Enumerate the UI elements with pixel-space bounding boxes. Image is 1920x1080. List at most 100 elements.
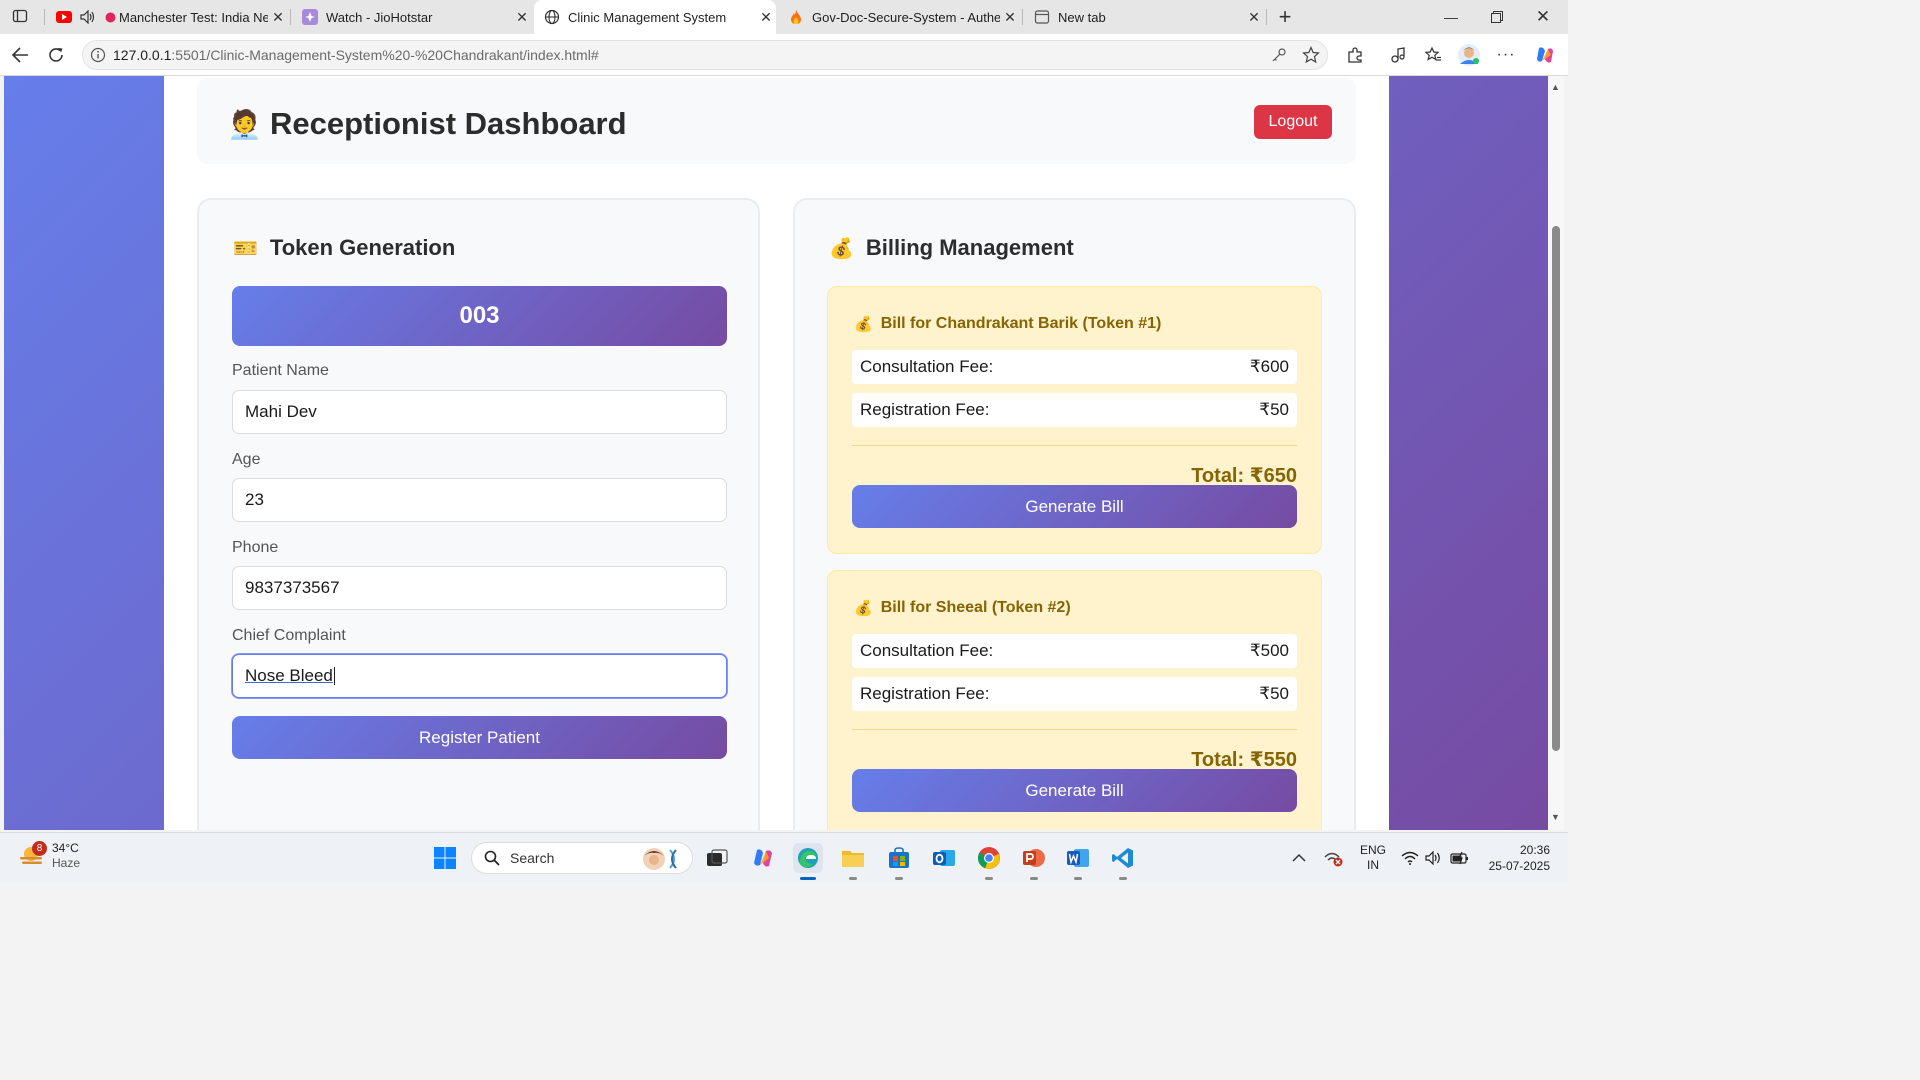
- chief-complaint-value: Nose Bleed: [245, 666, 333, 685]
- microsoft-store-icon[interactable]: [884, 843, 914, 880]
- register-patient-button[interactable]: Register Patient: [232, 716, 727, 759]
- reload-icon[interactable]: [42, 42, 70, 68]
- language-indicator[interactable]: ENG IN: [1360, 833, 1386, 883]
- file-explorer-icon[interactable]: [838, 843, 868, 880]
- clock-date: 25-07-2025: [1488, 859, 1550, 873]
- close-tab-icon[interactable]: ✕: [1000, 9, 1020, 26]
- money-bag-icon: 💰: [854, 316, 873, 333]
- task-view-icon[interactable]: [702, 843, 732, 873]
- bill-card: 💰 Bill for Sheeal (Token #2) Consultatio…: [827, 570, 1322, 830]
- copilot-icon[interactable]: [1531, 42, 1559, 68]
- back-icon[interactable]: [6, 42, 34, 68]
- close-tab-icon[interactable]: ✕: [756, 9, 776, 26]
- token-panel-title-text: Token Generation: [269, 235, 456, 260]
- browser-tab-strip: Manchester Test: India Ne ✕ Watch - JioH…: [0, 0, 1568, 34]
- generate-bill-button[interactable]: Generate Bill: [852, 769, 1297, 812]
- close-tab-icon[interactable]: ✕: [268, 9, 288, 26]
- flame-icon: [788, 9, 804, 25]
- bill-divider: [852, 729, 1297, 730]
- tab-title: Clinic Management System: [568, 9, 727, 25]
- bill-divider: [852, 445, 1297, 446]
- tab-jiohotstar[interactable]: Watch - JioHotstar ✕: [292, 0, 532, 34]
- age-label: Age: [232, 451, 261, 468]
- site-info-icon[interactable]: [83, 47, 113, 63]
- copilot-app-icon[interactable]: [748, 843, 778, 873]
- favorite-star-icon[interactable]: [1295, 46, 1327, 64]
- windows-start-icon[interactable]: [430, 843, 460, 873]
- favorites-icon[interactable]: [1419, 42, 1447, 68]
- weather-badge: 8: [32, 841, 47, 856]
- patient-name-value: Mahi Dev: [245, 402, 317, 421]
- tab-manchester[interactable]: Manchester Test: India Ne ✕: [46, 0, 288, 34]
- scrollbar-thumb[interactable]: [1552, 226, 1560, 751]
- key-icon[interactable]: [1263, 47, 1295, 63]
- clock[interactable]: 20:36 25-07-2025: [1484, 833, 1550, 883]
- volume-icon[interactable]: [1425, 833, 1443, 883]
- new-tab-button[interactable]: +: [1262, 0, 1308, 34]
- minimize-icon[interactable]: —: [1428, 0, 1474, 34]
- patient-name-input[interactable]: Mahi Dev: [232, 390, 727, 434]
- registration-fee-value: ₹50: [1259, 400, 1289, 419]
- wifi-icon[interactable]: [1401, 833, 1419, 883]
- chrome-icon[interactable]: [974, 843, 1004, 880]
- close-window-icon[interactable]: ✕: [1520, 0, 1566, 34]
- tab-gov-doc[interactable]: Gov-Doc-Secure-System - Auther ✕: [778, 0, 1020, 34]
- record-dot-icon: [104, 9, 116, 25]
- taskbar-search-input[interactable]: Search: [471, 842, 693, 874]
- ticket-icon: 🎫: [233, 237, 258, 260]
- scroll-down-icon[interactable]: ▼: [1551, 812, 1560, 822]
- close-tab-icon[interactable]: ✕: [1244, 9, 1264, 26]
- vscode-icon[interactable]: [1108, 843, 1138, 880]
- bill-title: 💰 Bill for Chandrakant Barik (Token #1): [854, 315, 1161, 333]
- show-hidden-icons-chevron-up-icon[interactable]: [1292, 833, 1306, 883]
- tab-actions-icon[interactable]: [6, 3, 34, 29]
- restore-icon[interactable]: [1474, 0, 1520, 34]
- profile-avatar[interactable]: [1455, 42, 1483, 68]
- scroll-up-icon[interactable]: ▲: [1551, 82, 1560, 92]
- tab-clinic-management[interactable]: Clinic Management System ✕: [534, 0, 776, 34]
- language-code: ENG: [1360, 843, 1387, 857]
- generate-bill-button[interactable]: Generate Bill: [852, 485, 1297, 528]
- registration-fee-value: ₹50: [1259, 684, 1289, 703]
- phone-label: Phone: [232, 539, 279, 556]
- tab-title: New tab: [1058, 9, 1106, 25]
- speaker-icon[interactable]: [80, 9, 96, 25]
- consultation-fee-value: ₹600: [1249, 357, 1289, 376]
- network-warning-icon[interactable]: [1324, 833, 1344, 883]
- word-icon[interactable]: [1063, 843, 1093, 880]
- media-control-icon[interactable]: [1384, 42, 1412, 68]
- age-input[interactable]: 23: [232, 478, 727, 522]
- close-tab-icon[interactable]: ✕: [512, 9, 532, 26]
- billing-panel-title-text: Billing Management: [865, 235, 1074, 260]
- region-code: IN: [1367, 858, 1379, 872]
- youtube-icon: [56, 9, 72, 25]
- consultation-fee-value: ₹500: [1249, 641, 1289, 660]
- address-bar[interactable]: 127.0.0.1:5501/Clinic-Management-System%…: [82, 40, 1328, 70]
- age-value: 23: [245, 490, 264, 509]
- jiohotstar-icon: [302, 9, 318, 25]
- globe-icon: [544, 9, 560, 25]
- chief-complaint-label: Chief Complaint: [232, 627, 346, 644]
- outlook-icon[interactable]: [929, 843, 959, 873]
- consultation-fee-row: Consultation Fee: ₹500: [852, 634, 1297, 668]
- powerpoint-icon[interactable]: [1019, 843, 1049, 880]
- receptionist-icon: 🧑‍💼: [227, 109, 262, 140]
- edge-browser-icon[interactable]: [793, 843, 823, 880]
- registration-fee-label: Registration Fee:: [860, 684, 990, 703]
- logout-button[interactable]: Logout: [1254, 105, 1332, 139]
- extensions-icon[interactable]: [1341, 42, 1369, 68]
- page-viewport: 🧑‍💼 Receptionist Dashboard Logout 🎫 Toke…: [4, 76, 1548, 830]
- phone-input[interactable]: 9837373567: [232, 566, 727, 610]
- url-path: :5501/Clinic-Management-System%20-%20Cha…: [171, 47, 599, 63]
- more-menu-icon[interactable]: ···: [1492, 42, 1520, 68]
- bill-title-text: Bill for Chandrakant Barik (Token #1): [880, 315, 1162, 332]
- tab-new-tab[interactable]: New tab ✕: [1024, 0, 1264, 34]
- clock-time: 20:36: [1519, 843, 1550, 857]
- chief-complaint-input[interactable]: Nose Bleed: [232, 654, 727, 698]
- consultation-fee-row: Consultation Fee: ₹600: [852, 350, 1297, 384]
- billing-panel-title: 💰 Billing Management: [829, 235, 1074, 261]
- weather-widget[interactable]: 8 34°C Haze: [18, 841, 80, 871]
- page-scrollbar[interactable]: ▲ ▼: [1548, 76, 1564, 830]
- newtab-icon: [1034, 9, 1050, 25]
- battery-charging-icon[interactable]: [1450, 833, 1470, 883]
